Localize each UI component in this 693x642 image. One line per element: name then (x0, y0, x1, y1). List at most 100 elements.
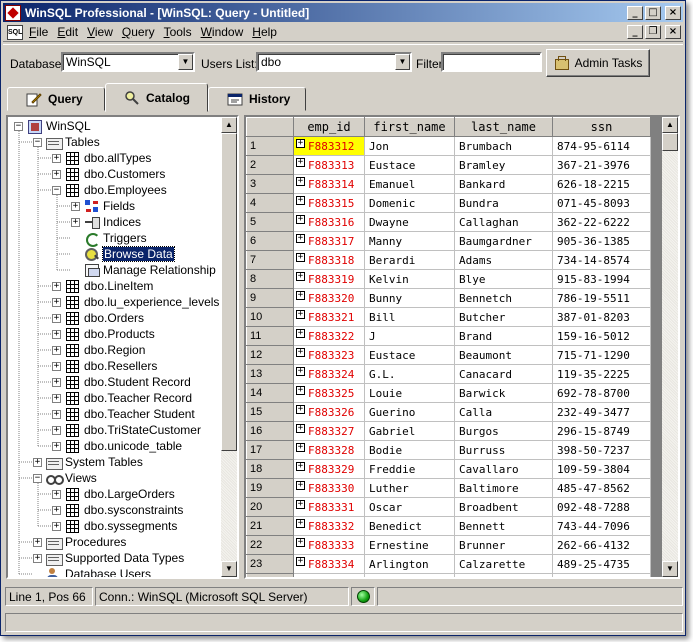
ssn-cell[interactable]: 692-78-8700 (552, 383, 651, 403)
last-name-cell[interactable]: Beaumont (454, 345, 553, 365)
first-name-cell[interactable]: Benedict (364, 516, 455, 536)
tree-item[interactable]: + dbo.Student Record (52, 374, 191, 390)
first-name-cell[interactable]: Gabriel (364, 421, 455, 441)
table-row[interactable]: 4 + F883315 Domenic Bundra 071-45-8093 (246, 193, 651, 213)
ssn-cell[interactable]: 485-47-8562 (552, 478, 651, 498)
grid-scroll-up-icon[interactable]: ▲ (662, 117, 678, 133)
expand-icon[interactable]: + (52, 297, 61, 307)
users-dropdown-icon[interactable]: ▼ (395, 54, 410, 70)
row-number[interactable]: 2 (246, 155, 294, 175)
menu-query[interactable]: Query (120, 25, 162, 39)
tree-item[interactable]: + dbo.Region (52, 342, 145, 358)
column-header-emp-id[interactable]: emp_id (293, 117, 365, 137)
row-number[interactable]: 10 (246, 307, 294, 327)
app-logo-icon[interactable] (5, 4, 21, 21)
menu-tools[interactable]: Tools (162, 25, 199, 39)
table-row[interactable]: 22 + F883333 Ernestine Brunner 262-66-4132 (246, 535, 651, 555)
last-name-cell[interactable]: Callaghan (454, 212, 553, 232)
database-dropdown-icon[interactable]: ▼ (178, 54, 193, 70)
expand-icon[interactable]: + (52, 169, 61, 179)
table-row[interactable]: 6 + F883317 Manny Baumgardner 905-36-1385 (246, 231, 651, 251)
menu-file[interactable]: File (27, 25, 55, 39)
emp-id-cell[interactable]: + F883334 (293, 554, 365, 574)
row-number[interactable]: 13 (246, 364, 294, 384)
last-name-cell[interactable]: Burgos (454, 421, 553, 441)
collapse-icon[interactable]: − (33, 137, 42, 147)
emp-id-cell[interactable]: + F883326 (293, 402, 365, 422)
ssn-cell[interactable]: 489-25-4735 (552, 554, 651, 574)
ssn-cell[interactable]: 734-14-8574 (552, 250, 651, 270)
first-name-cell[interactable]: Ernestine (364, 535, 455, 555)
emp-id-cell[interactable]: + F883322 (293, 326, 365, 346)
tree-item[interactable]: + dbo.Products (52, 326, 155, 342)
last-name-cell[interactable]: Brumbach (454, 136, 553, 156)
last-name-cell[interactable]: Bundra (454, 193, 553, 213)
expand-row-icon[interactable]: + (296, 405, 305, 414)
tree-scroll-thumb[interactable] (221, 133, 237, 451)
expand-row-icon[interactable]: + (296, 310, 305, 319)
first-name-cell[interactable]: Eustace (364, 155, 455, 175)
first-name-cell[interactable]: J (364, 326, 455, 346)
expand-row-icon[interactable]: + (296, 348, 305, 357)
row-number[interactable]: 4 (246, 193, 294, 213)
maximize-button[interactable]: □ (645, 5, 661, 20)
last-name-cell[interactable]: Brand (454, 326, 553, 346)
emp-id-cell[interactable]: + F883314 (293, 174, 365, 194)
row-number[interactable]: 17 (246, 440, 294, 460)
row-number[interactable]: 9 (246, 288, 294, 308)
row-number[interactable]: 5 (246, 212, 294, 232)
expand-icon[interactable]: + (71, 217, 80, 227)
emp-id-cell[interactable]: + F883319 (293, 269, 365, 289)
tree-item[interactable]: Manage Relationship (71, 262, 216, 278)
expand-icon[interactable]: + (52, 313, 61, 323)
expand-icon[interactable]: + (52, 489, 61, 499)
tree-item[interactable]: + dbo.Resellers (52, 358, 157, 374)
row-number[interactable]: 3 (246, 174, 294, 194)
browse-data-grid[interactable]: emp_id first_name last_name ssn 1 + F88331… (244, 115, 680, 579)
ssn-cell[interactable]: 743-44-7096 (552, 516, 651, 536)
ssn-cell[interactable]: 905-36-1385 (552, 231, 651, 251)
first-name-cell[interactable]: Luther (364, 478, 455, 498)
column-header-ssn[interactable]: ssn (552, 117, 651, 137)
expand-row-icon[interactable]: + (296, 158, 305, 167)
tree-item[interactable]: − Views (33, 470, 97, 486)
table-row[interactable]: 2 + F883313 Eustace Bramley 367-21-3976 (246, 155, 651, 175)
tab-catalog[interactable]: Catalog (105, 83, 208, 112)
grid-scroll-down-icon[interactable]: ▼ (662, 561, 678, 577)
tree-item[interactable]: + dbo.syssegments (52, 518, 177, 534)
emp-id-cell[interactable]: + F883329 (293, 459, 365, 479)
last-name-cell[interactable]: Bramley (454, 155, 553, 175)
table-row[interactable]: 21 + F883332 Benedict Bennett 743-44-7096 (246, 516, 651, 536)
collapse-icon[interactable]: − (52, 185, 61, 195)
row-number[interactable]: 12 (246, 345, 294, 365)
collapse-icon[interactable]: − (33, 473, 42, 483)
expand-row-icon[interactable]: + (296, 519, 305, 528)
last-name-cell[interactable]: Bennett (454, 516, 553, 536)
tree-item[interactable]: + System Tables (33, 454, 143, 470)
last-name-cell[interactable]: Calla (454, 402, 553, 422)
first-name-cell[interactable]: Dwayne (364, 212, 455, 232)
grid-scroll-thumb[interactable] (662, 133, 678, 151)
expand-icon[interactable]: + (33, 537, 42, 547)
first-name-cell[interactable]: Manny (364, 231, 455, 251)
document-icon[interactable]: SQL (7, 24, 23, 40)
emp-id-cell[interactable]: + F883312 (293, 136, 365, 156)
table-row[interactable]: 3 + F883314 Emanuel Bankard 626-18-2215 (246, 174, 651, 194)
last-name-cell[interactable]: Adams (454, 250, 553, 270)
expand-row-icon[interactable]: + (296, 329, 305, 338)
tree-item[interactable]: + dbo.sysconstraints (52, 502, 183, 518)
expand-row-icon[interactable]: + (296, 557, 305, 566)
table-row[interactable]: 20 + F883331 Oscar Broadbent 092-48-7288 (246, 497, 651, 517)
expand-row-icon[interactable]: + (296, 481, 305, 490)
ssn-cell[interactable]: 119-35-2225 (552, 364, 651, 384)
expand-row-icon[interactable]: + (296, 443, 305, 452)
menu-help[interactable]: Help (250, 25, 284, 39)
expand-icon[interactable]: + (52, 361, 61, 371)
tree-item[interactable]: + Fields (71, 198, 135, 214)
filter-input[interactable] (441, 52, 542, 72)
expand-icon[interactable]: + (71, 201, 80, 211)
child-minimize-button[interactable]: _ (627, 25, 643, 39)
expand-icon[interactable]: + (52, 425, 61, 435)
close-button[interactable]: × (665, 5, 681, 20)
first-name-cell[interactable]: Louie (364, 383, 455, 403)
